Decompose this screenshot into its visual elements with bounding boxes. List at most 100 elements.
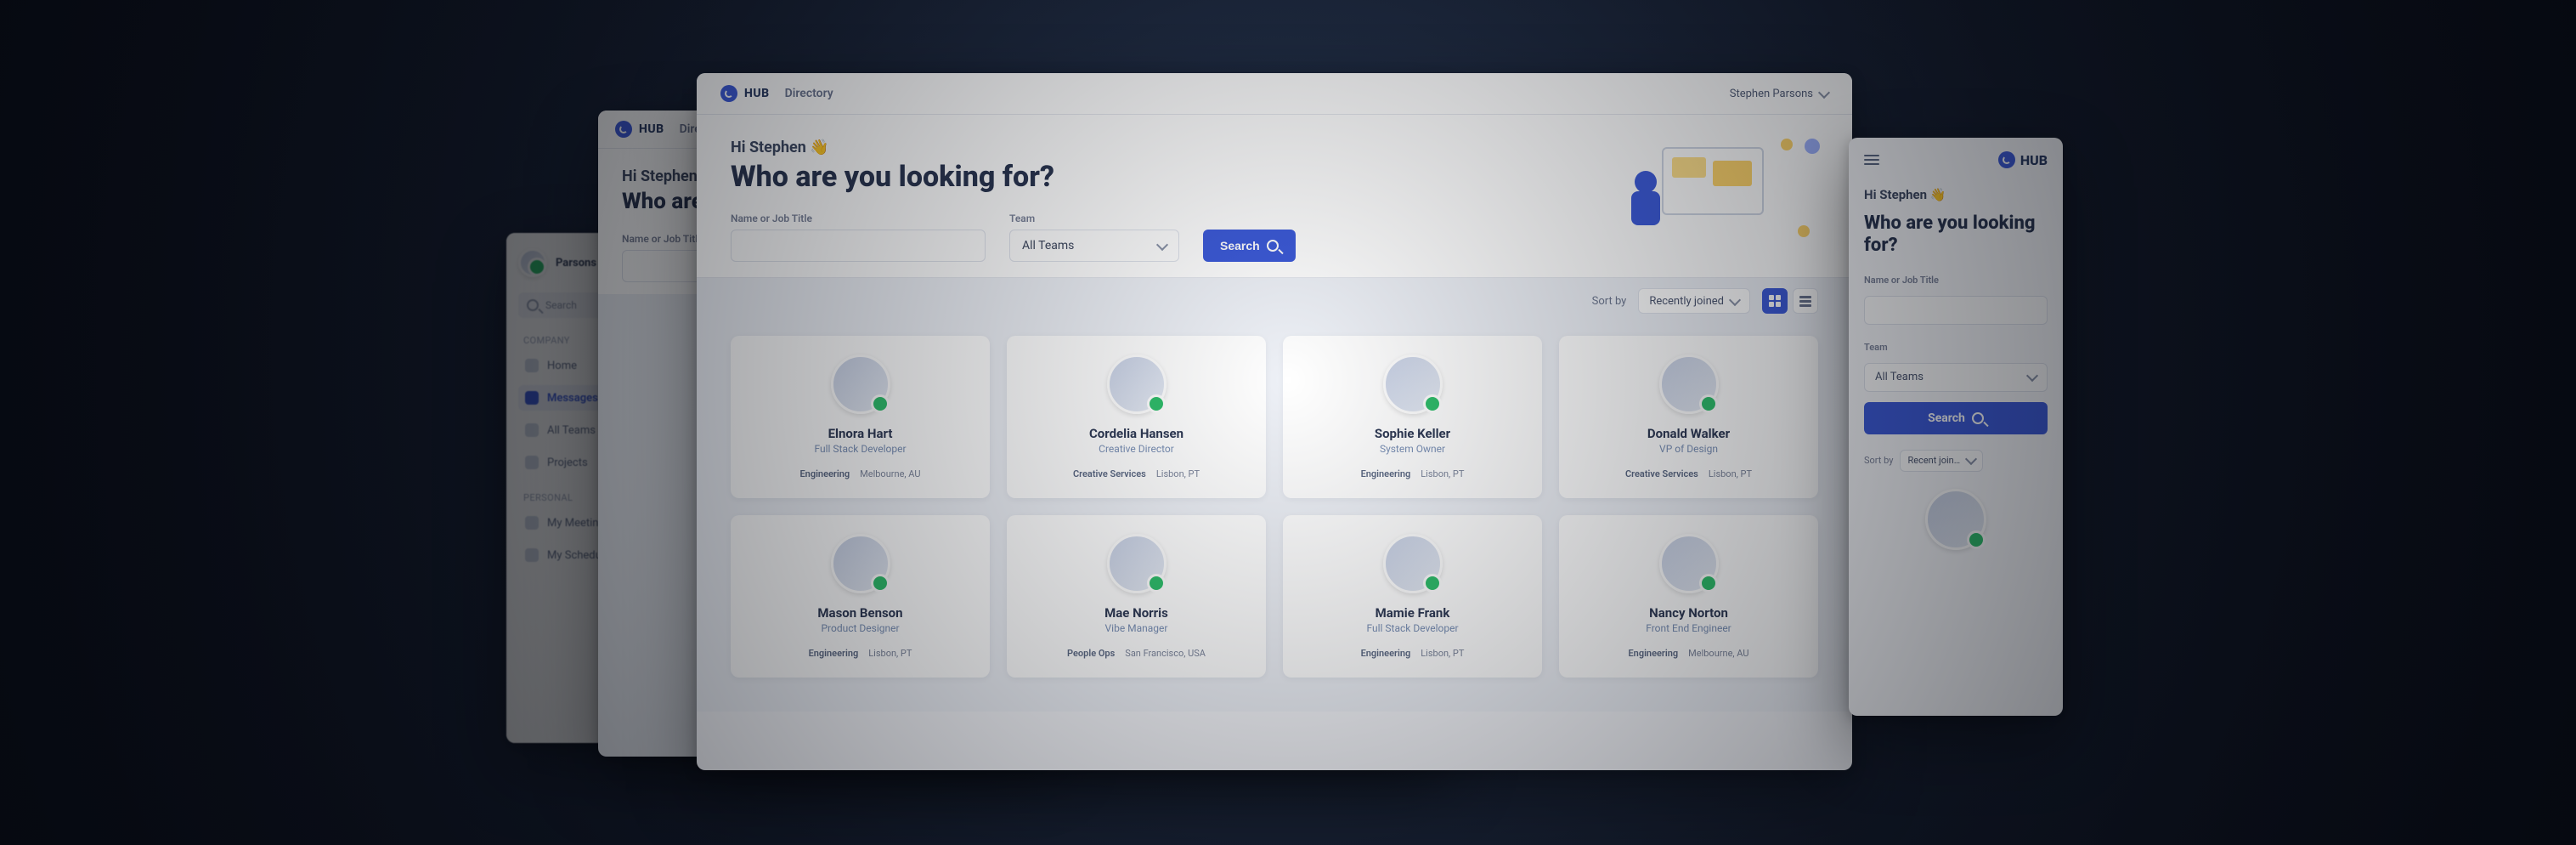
teams-icon <box>525 423 539 437</box>
team-select-value: All Teams <box>1022 239 1074 252</box>
search-icon <box>1972 412 1984 424</box>
field-name: Name or Job Title <box>731 213 986 262</box>
brand-logo[interactable]: HUB <box>615 121 664 138</box>
person-card[interactable]: Donald Walker VP of Design Creative Serv… <box>1559 336 1818 498</box>
avatar <box>1925 489 1986 550</box>
person-location: Lisbon, PT <box>1421 468 1464 479</box>
person-name: Donald Walker <box>1647 426 1730 441</box>
person-location: San Francisco, USA <box>1125 648 1206 659</box>
person-dept: Engineering <box>1361 648 1411 659</box>
grid-icon <box>1769 295 1781 307</box>
person-name: Mamie Frank <box>1376 605 1450 621</box>
person-role: Product Designer <box>821 622 899 634</box>
avatar <box>518 248 547 277</box>
team-select-value: All Teams <box>1875 371 1924 383</box>
hero-illustration <box>1628 132 1823 251</box>
user-menu[interactable]: Stephen Parsons <box>1730 88 1828 100</box>
brand-logo[interactable]: HUB <box>1998 151 2048 168</box>
avatar <box>831 534 890 593</box>
person-dept: Engineering <box>1361 468 1411 479</box>
home-icon <box>525 359 539 372</box>
person-dept: People Ops <box>1067 648 1115 659</box>
sidebar-item-label: Projects <box>547 457 588 469</box>
sort-value: Recent join… <box>1907 455 1960 466</box>
person-card[interactable]: Cordelia Hansen Creative Director Creati… <box>1007 336 1266 498</box>
chevron-down-icon <box>1729 293 1741 305</box>
search-button[interactable]: Search <box>1864 402 2048 434</box>
list-icon <box>1799 296 1811 307</box>
person-location: Melbourne, AU <box>860 468 920 479</box>
mobile-topbar: HUB <box>1864 151 2048 168</box>
avatar <box>1383 354 1443 414</box>
gear-icon <box>1805 139 1820 154</box>
team-select[interactable]: All Teams <box>1009 230 1179 262</box>
person-role: System Owner <box>1380 443 1445 455</box>
person-name: Mae Norris <box>1104 605 1168 621</box>
person-location: Lisbon, PT <box>1709 468 1752 479</box>
view-toggle <box>1762 288 1818 314</box>
person-location: Melbourne, AU <box>1688 648 1748 659</box>
view-list-button[interactable] <box>1793 288 1818 314</box>
team-select[interactable]: All Teams <box>1864 363 2048 392</box>
person-dept: Creative Services <box>1073 468 1146 479</box>
person-card[interactable]: Elnora Hart Full Stack Developer Enginee… <box>731 336 990 498</box>
person-card[interactable]: Mamie Frank Full Stack Developer Enginee… <box>1283 515 1542 678</box>
hub-logo-icon <box>1998 151 2015 168</box>
topbar: HUB Directory Stephen Parsons <box>697 73 1852 115</box>
person-card[interactable]: Nancy Norton Front End Engineer Engineer… <box>1559 515 1818 678</box>
team-label: Team <box>1864 342 2048 353</box>
person-card[interactable]: Sophie Keller System Owner Engineering L… <box>1283 336 1542 498</box>
person-name: Sophie Keller <box>1375 426 1450 441</box>
person-card[interactable]: Mae Norris Vibe Manager People Ops San F… <box>1007 515 1266 678</box>
person-name: Nancy Norton <box>1649 605 1728 621</box>
person-role: Creative Director <box>1099 443 1174 455</box>
person-role: Full Stack Developer <box>814 443 906 455</box>
person-dept: Creative Services <box>1625 468 1698 479</box>
sort-row: Sort by Recent join… <box>1864 450 2048 472</box>
avatar <box>1107 354 1167 414</box>
person-dept: Engineering <box>1628 648 1678 659</box>
chevron-down-icon <box>1156 238 1168 250</box>
sidebar-search-placeholder: Search <box>545 299 577 311</box>
team-label: Team <box>1009 213 1179 224</box>
search-button[interactable]: Search <box>1203 230 1296 262</box>
name-label: Name or Job Title <box>1864 275 2048 286</box>
sidebar-item-label: Home <box>547 360 577 372</box>
sort-label: Sort by <box>1864 455 1893 466</box>
person-location: Lisbon, PT <box>1421 648 1464 659</box>
results-toolbar: Sort by Recently joined <box>697 277 1852 324</box>
person-role: VP of Design <box>1659 443 1718 455</box>
avatar <box>831 354 890 414</box>
menu-icon <box>1864 155 1879 156</box>
search-icon <box>1267 240 1279 252</box>
name-label: Name or Job Title <box>731 213 986 224</box>
user-display-name: Stephen Parsons <box>1730 88 1813 100</box>
projects-icon <box>525 456 539 469</box>
sort-value: Recently joined <box>1649 295 1724 308</box>
brand-name: HUB <box>639 122 664 136</box>
person-card[interactable]: Mason Benson Product Designer Engineerin… <box>731 515 990 678</box>
sidebar-item-label: Messages <box>547 392 598 405</box>
avatar <box>1107 534 1167 593</box>
name-input[interactable] <box>1864 296 2048 325</box>
brand-name: HUB <box>2020 152 2048 168</box>
view-grid-button[interactable] <box>1762 288 1788 314</box>
person-name: Cordelia Hansen <box>1089 426 1183 441</box>
sort-select[interactable]: Recent join… <box>1900 450 1983 472</box>
hero-section: Hi Stephen 👋 Who are you looking for? Na… <box>697 115 1852 277</box>
person-dept: Engineering <box>809 648 859 659</box>
brand-logo[interactable]: HUB <box>720 85 770 102</box>
name-input[interactable] <box>731 230 986 262</box>
person-role: Vibe Manager <box>1105 622 1168 634</box>
menu-button[interactable] <box>1864 155 1879 165</box>
search-icon <box>527 299 539 311</box>
calendar-icon <box>525 516 539 530</box>
hub-logo-icon <box>615 121 632 138</box>
main-app-window: HUB Directory Stephen Parsons Hi Stephen… <box>697 73 1852 770</box>
sort-select[interactable]: Recently joined <box>1638 288 1750 314</box>
nav-directory[interactable]: Directory <box>785 87 833 100</box>
person-dept: Engineering <box>799 468 850 479</box>
field-team: Team All Teams <box>1009 213 1179 262</box>
chevron-down-icon <box>1818 86 1830 98</box>
page-headline: Who are you looking for? <box>1864 213 2048 258</box>
